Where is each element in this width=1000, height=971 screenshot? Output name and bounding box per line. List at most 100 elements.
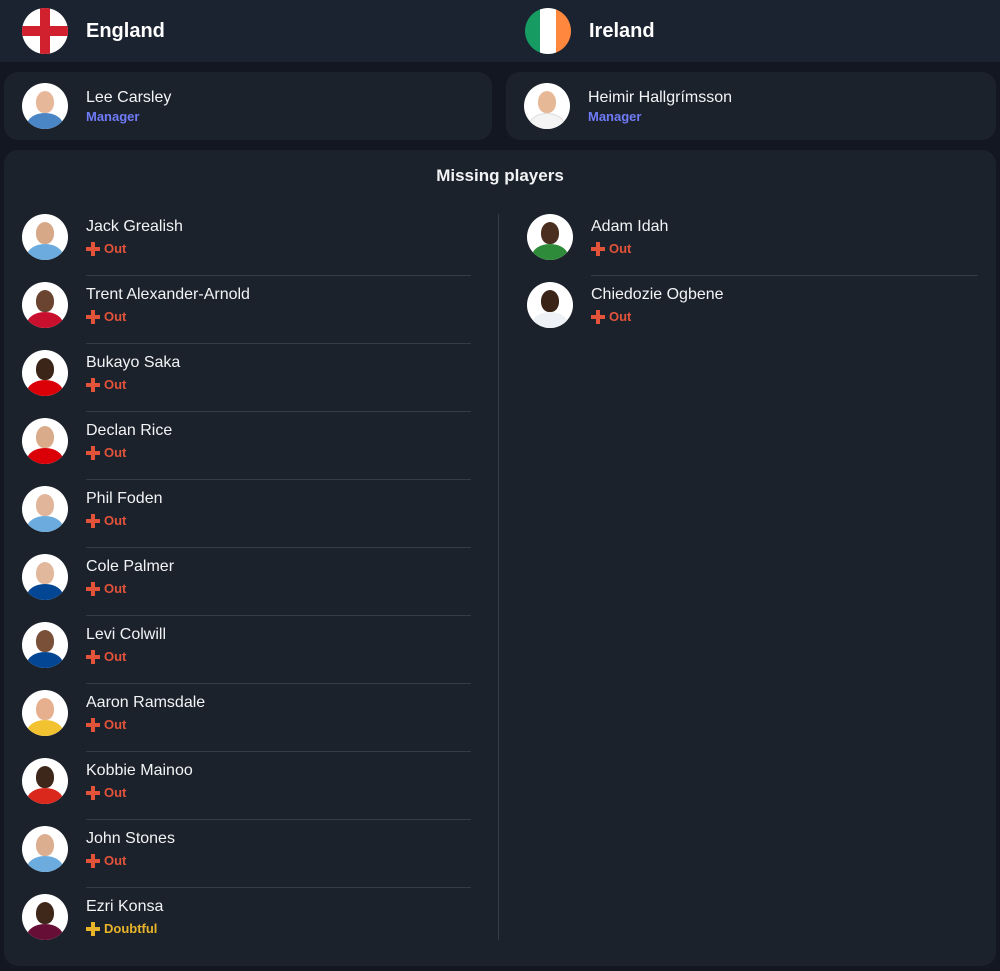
- player-name: Jack Grealish: [86, 218, 183, 235]
- avatar-shirt: [529, 113, 565, 129]
- player-name: John Stones: [86, 830, 175, 847]
- flag-stripe-white: [540, 8, 556, 54]
- avatar-shirt: [27, 312, 63, 328]
- injury-cross-icon: [86, 649, 100, 664]
- player-row[interactable]: Jack Grealish Out: [22, 208, 471, 276]
- player-row[interactable]: Bukayo Saka Out: [22, 344, 471, 412]
- flag-stripe-green: [525, 8, 541, 54]
- avatar-head: [36, 902, 54, 924]
- player-row[interactable]: Ezri Konsa Doubtful: [22, 888, 471, 956]
- player-row[interactable]: Trent Alexander-Arnold Out: [22, 276, 471, 344]
- avatar-shirt: [27, 584, 63, 600]
- avatar-head: [36, 698, 54, 720]
- player-status-label: Out: [104, 377, 127, 392]
- england-flag-icon: [22, 8, 68, 54]
- player-avatar: [22, 894, 68, 940]
- avatar-shirt: [532, 312, 568, 328]
- missing-players-title: Missing players: [436, 166, 564, 185]
- player-row[interactable]: Kobbie Mainoo Out: [22, 752, 471, 820]
- player-status-label: Out: [104, 853, 127, 868]
- column-divider: [498, 214, 499, 940]
- missing-players-card: Missing players Jack Grealish Out Trent Al…: [4, 150, 996, 966]
- avatar-head: [541, 290, 559, 312]
- injury-cross-icon: [86, 513, 100, 528]
- flag-stripe-orange: [555, 8, 571, 54]
- avatar-shirt: [27, 924, 63, 940]
- player-row[interactable]: Chiedozie Ogbene Out: [527, 276, 978, 344]
- player-row[interactable]: John Stones Out: [22, 820, 471, 888]
- avatar-head: [36, 290, 54, 312]
- injury-cross-icon: [591, 309, 605, 324]
- injury-cross-icon: [86, 853, 100, 868]
- player-status: Out: [86, 785, 193, 800]
- player-name: Chiedozie Ogbene: [591, 286, 724, 303]
- avatar-shirt: [27, 448, 63, 464]
- avatar-shirt: [27, 516, 63, 532]
- team-header-away[interactable]: Ireland: [525, 8, 655, 54]
- player-row[interactable]: Adam Idah Out: [527, 208, 978, 276]
- manager-card-home[interactable]: Lee Carsley Manager: [4, 72, 492, 140]
- player-name: Cole Palmer: [86, 558, 175, 575]
- player-status: Out: [86, 377, 180, 392]
- player-avatar: [22, 282, 68, 328]
- player-status: Doubtful: [86, 921, 163, 936]
- avatar-shirt: [27, 652, 63, 668]
- avatar-head: [36, 426, 54, 448]
- team-header-home[interactable]: England: [22, 8, 165, 54]
- player-name: Declan Rice: [86, 422, 173, 439]
- avatar-head: [538, 91, 556, 113]
- injury-cross-icon: [86, 581, 100, 596]
- player-row[interactable]: Aaron Ramsdale Out: [22, 684, 471, 752]
- avatar-shirt: [27, 856, 63, 872]
- avatar-shirt: [27, 788, 63, 804]
- avatar-head: [36, 562, 54, 584]
- injury-cross-icon: [86, 377, 100, 392]
- player-name: Aaron Ramsdale: [86, 694, 206, 711]
- ireland-flag-icon: [525, 8, 571, 54]
- player-row[interactable]: Levi Colwill Out: [22, 616, 471, 684]
- injury-cross-icon: [86, 921, 100, 936]
- manager-card-away[interactable]: Heimir Hallgrímsson Manager: [506, 72, 996, 140]
- player-status-label: Out: [104, 241, 127, 256]
- player-avatar: [22, 418, 68, 464]
- avatar-head: [541, 222, 559, 244]
- avatar-shirt: [27, 244, 63, 260]
- player-status-label: Out: [104, 513, 127, 528]
- injury-cross-icon: [86, 785, 100, 800]
- missing-players-home-list: Jack Grealish Out Trent Alexander-Arnold Ou…: [22, 208, 471, 956]
- player-row[interactable]: Phil Foden Out: [22, 480, 471, 548]
- manager-name-away: Heimir Hallgrímsson: [588, 89, 733, 106]
- player-status: Out: [86, 513, 163, 528]
- player-avatar: [527, 214, 573, 260]
- player-status: Out: [591, 241, 668, 256]
- player-status-label: Out: [104, 581, 127, 596]
- injury-cross-icon: [86, 717, 100, 732]
- avatar-shirt: [27, 113, 63, 129]
- player-status: Out: [591, 309, 724, 324]
- manager-avatar-home: [22, 83, 68, 129]
- avatar-shirt: [27, 720, 63, 736]
- injury-cross-icon: [86, 445, 100, 460]
- player-status: Out: [86, 717, 205, 732]
- player-status-label: Out: [104, 309, 127, 324]
- player-avatar: [22, 554, 68, 600]
- avatar-head: [36, 222, 54, 244]
- avatar-head: [36, 834, 54, 856]
- avatar-head: [36, 766, 54, 788]
- player-name: Levi Colwill: [86, 626, 167, 643]
- player-row[interactable]: Cole Palmer Out: [22, 548, 471, 616]
- manager-name-home: Lee Carsley: [86, 89, 172, 106]
- player-avatar: [22, 826, 68, 872]
- avatar-shirt: [27, 380, 63, 396]
- player-status-label: Out: [609, 309, 632, 324]
- team-name-home: England: [86, 19, 165, 42]
- player-name: Trent Alexander-Arnold: [86, 286, 250, 303]
- player-status-label: Doubtful: [104, 921, 158, 936]
- manager-role-away: Manager: [588, 109, 642, 124]
- player-status-label: Out: [104, 445, 127, 460]
- missing-players-away-list: Adam Idah Out Chiedozie Ogbene Out: [527, 208, 978, 344]
- avatar-head: [36, 91, 54, 113]
- injury-cross-icon: [86, 309, 100, 324]
- player-name: Kobbie Mainoo: [86, 762, 193, 779]
- player-row[interactable]: Declan Rice Out: [22, 412, 471, 480]
